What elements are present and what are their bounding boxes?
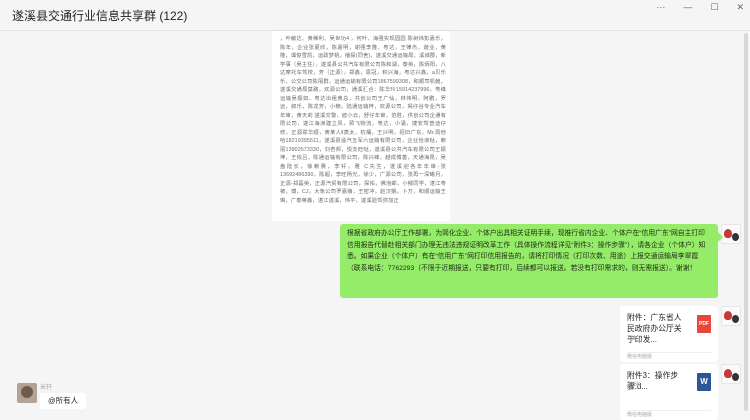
word-file-icon: W [697, 373, 711, 391]
window-controls: ··· — ☐ ✕ [656, 0, 744, 14]
file-name: 附件3：操作步骤.d... [627, 371, 679, 391]
my-avatar[interactable] [721, 364, 741, 384]
maximize-icon[interactable]: ☐ [710, 0, 718, 14]
chat-scrollbar[interactable] [744, 33, 748, 411]
image-message[interactable]: ，叶敏达、黄稀利、吴世功4 ，何叶、海强实现园园 陈树炜彭嘉乐，陈年，企业张夏欣… [272, 31, 450, 221]
file-size: 716K [627, 382, 642, 388]
more-icon[interactable]: ··· [656, 0, 665, 14]
minimize-icon[interactable]: — [683, 0, 692, 14]
chat-area: ，叶敏达、黄稀利、吴世功4 ，何叶、海强实现园园 陈树炜彭嘉乐，陈年，企业张夏欣… [0, 31, 750, 420]
my-avatar[interactable] [721, 224, 741, 244]
file-message-pdf[interactable]: 附件：广东省人民政府办公厅关于印发... 7M PDF 微信电脑版 [620, 306, 718, 362]
my-avatar[interactable] [721, 306, 741, 326]
sender-avatar[interactable] [17, 383, 37, 403]
file-source: 微信电脑版 [627, 410, 711, 420]
file-name: 附件：广东省人民政府办公厅关于印发... [627, 313, 682, 344]
title-bar: 遂溪县交通行业信息共享群 (122) ··· — ☐ ✕ [0, 0, 750, 30]
notice-message[interactable]: 根据省政府办公厅工作部署，为简化企业、个体户出具相关证明手续，现推行省内企业、个… [340, 224, 723, 298]
file-message-word[interactable]: 附件3：操作步骤.d... 716K W 微信电脑版 [620, 364, 718, 420]
image-message-text: ，叶敏达、黄稀利、吴世功4 ，何叶、海强实现园园 陈树炜彭嘉乐，陈年，企业张夏欣… [280, 36, 446, 204]
pdf-file-icon: PDF [697, 315, 711, 333]
chat-title: 遂溪县交通行业信息共享群 (122) [12, 9, 188, 23]
mention-message[interactable]: @所有人 [40, 393, 87, 409]
sender-name: 米轩 [40, 385, 53, 391]
file-size: 7M [627, 336, 636, 342]
file-source: 微信电脑版 [627, 352, 711, 362]
close-icon[interactable]: ✕ [736, 0, 744, 14]
